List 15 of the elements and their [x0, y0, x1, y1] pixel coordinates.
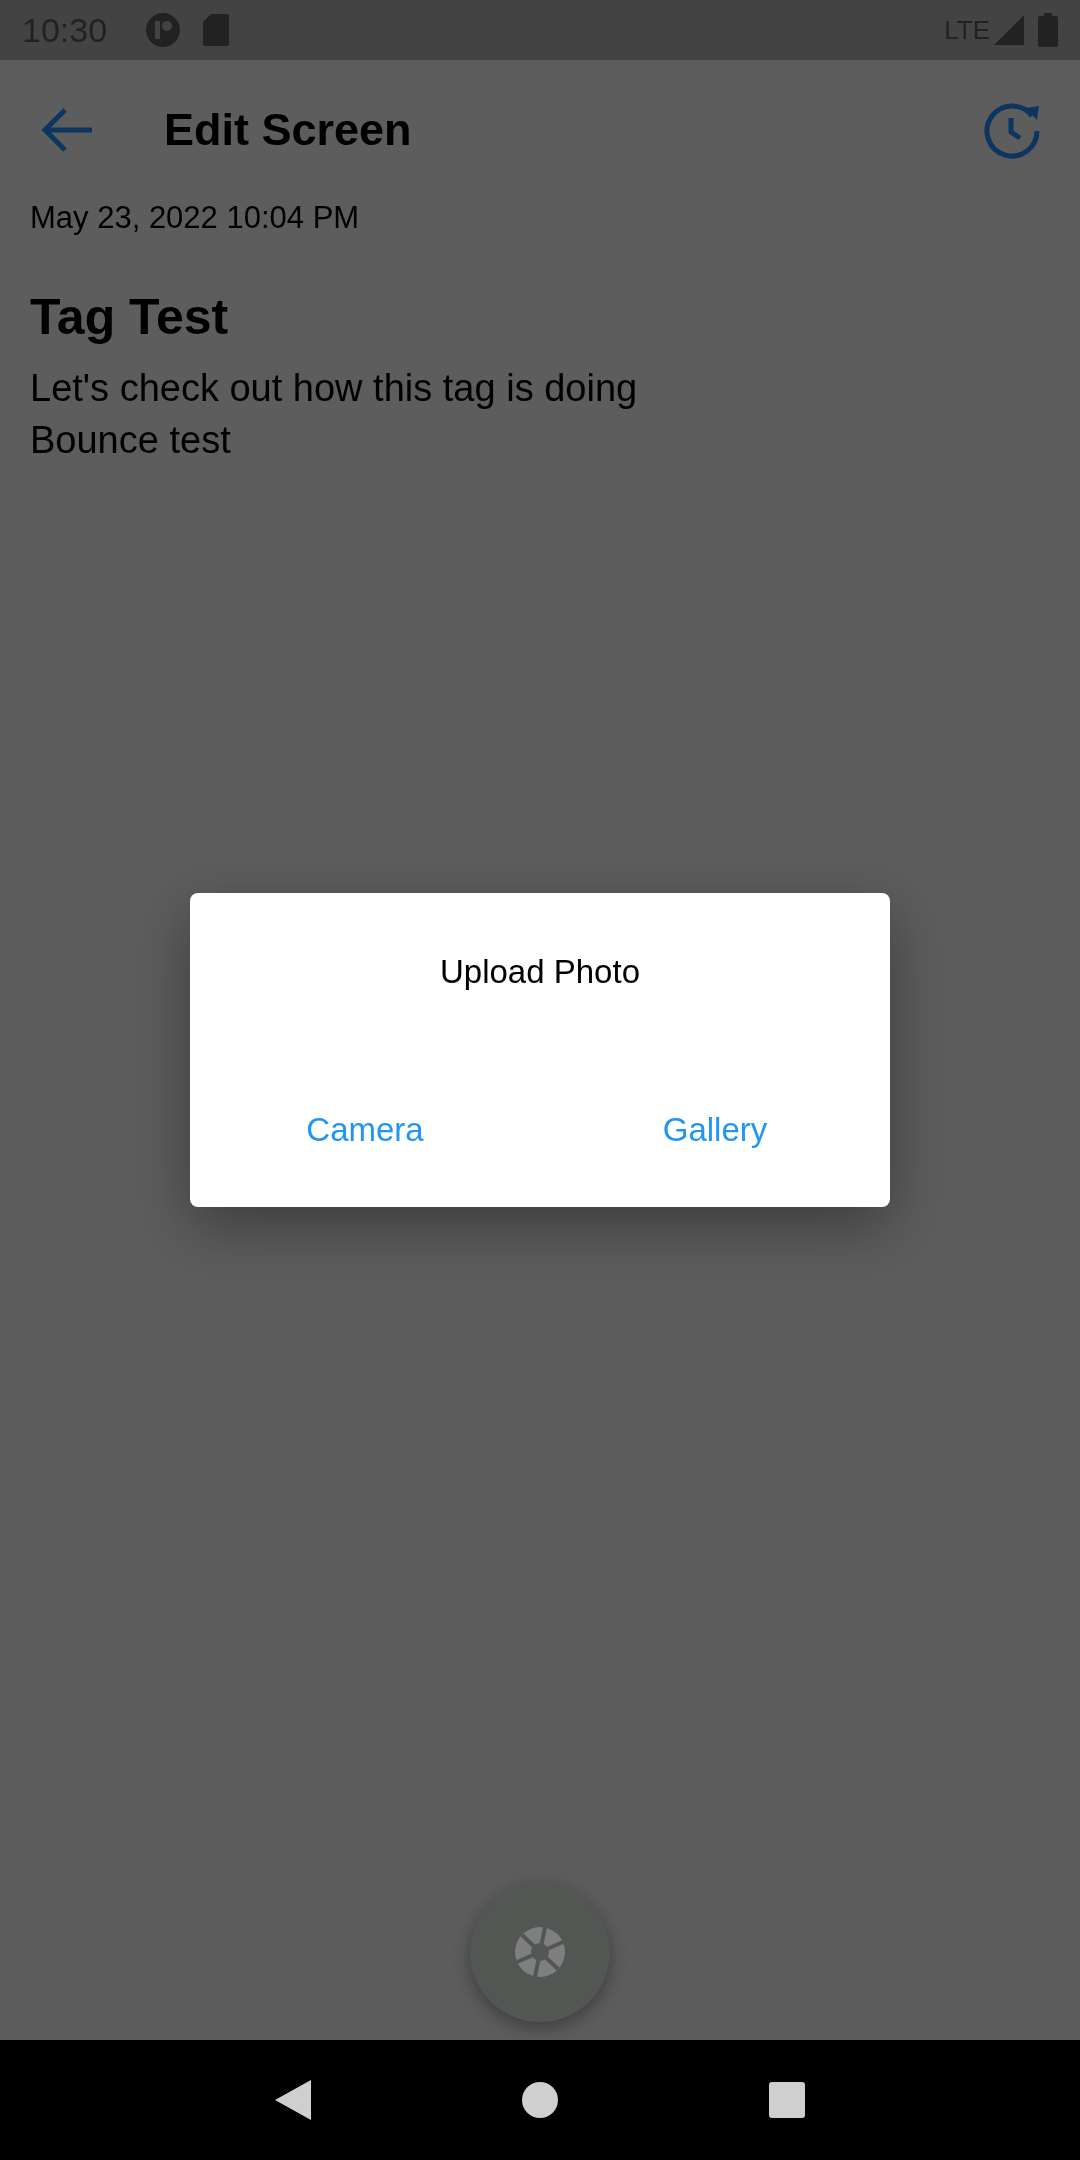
note-date: May 23, 2022 10:04 PM [30, 200, 360, 236]
screen-title: Edit Screen [164, 104, 413, 156]
note-body: Let's check out how this tag is doing Bounce test [30, 366, 638, 463]
signal-icon [994, 15, 1024, 45]
camera-shutter-icon [514, 1926, 566, 1978]
recents-icon[interactable] [768, 2082, 805, 2118]
battery-icon [1038, 13, 1058, 47]
notification-icon [145, 12, 182, 48]
dialog-title: Upload Photo [440, 953, 640, 991]
back-icon[interactable] [275, 2080, 312, 2120]
note-title: Tag Test [30, 289, 229, 345]
sd-card-icon [203, 14, 230, 46]
dialog-option-button[interactable]: Gallery [646, 1103, 784, 1157]
home-icon[interactable] [522, 2082, 558, 2118]
dialog-option-button[interactable]: Camera [290, 1103, 440, 1157]
